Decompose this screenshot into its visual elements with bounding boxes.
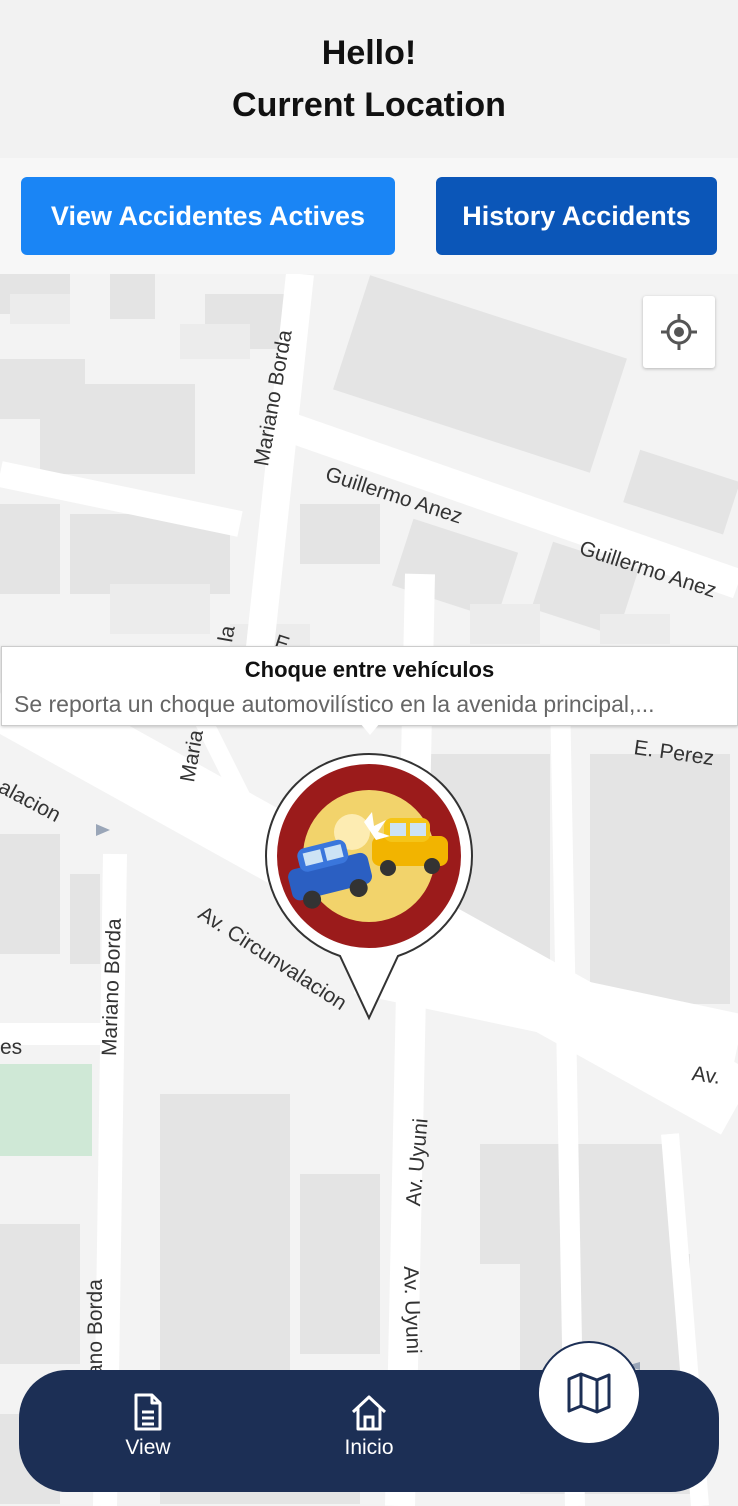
document-icon	[134, 1393, 162, 1431]
view-active-accidents-button[interactable]: View Accidentes Actives	[21, 177, 395, 255]
my-location-icon	[661, 314, 697, 350]
accident-description: Se reporta un choque automovilístico en …	[14, 691, 655, 717]
greeting-text: Hello!	[321, 34, 417, 72]
street-label: Av. Uyuni	[399, 1265, 426, 1355]
page-title: Current Location	[232, 86, 506, 124]
nav-inicio-label: Inicio	[344, 1436, 394, 1459]
map-view[interactable]: Mariano Borda Guillermo Anez Guillermo A…	[0, 274, 738, 1506]
accident-marker[interactable]	[262, 752, 476, 1024]
header: Hello! Current Location	[0, 0, 738, 158]
info-window-pointer	[360, 723, 380, 735]
history-accidents-button[interactable]: History Accidents	[436, 177, 717, 255]
nav-view-label: View	[125, 1436, 171, 1459]
car-crash-icon	[277, 764, 461, 948]
my-location-button[interactable]	[643, 296, 715, 368]
street-label: ano Borda	[84, 1279, 107, 1376]
street-label: es	[0, 1036, 23, 1059]
home-icon	[351, 1395, 387, 1431]
street-label: Mariano Borda	[98, 917, 126, 1057]
nav-inicio[interactable]: Inicio	[289, 1370, 449, 1492]
accident-title: Choque entre vehículos	[244, 657, 495, 682]
accident-info-window[interactable]: Choque entre vehículos Se reporta un cho…	[1, 646, 738, 726]
nav-view[interactable]: View	[68, 1370, 228, 1492]
map-icon	[567, 1372, 611, 1414]
action-bar: View Accidentes Actives History Accident…	[0, 158, 738, 274]
map-fab-button[interactable]	[537, 1341, 641, 1445]
street-label: Av.	[690, 1062, 722, 1089]
